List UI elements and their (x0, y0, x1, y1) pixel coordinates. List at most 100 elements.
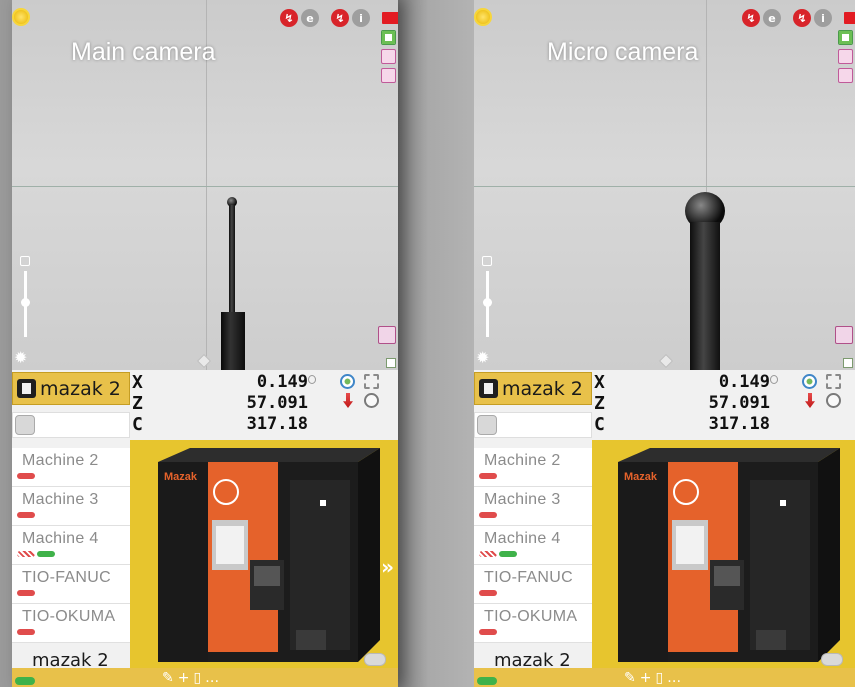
footer-machine-name: mazak 2 (494, 650, 571, 671)
axis-label: C (132, 414, 143, 435)
crop-icon[interactable] (364, 374, 379, 389)
grid-line (12, 186, 398, 187)
list-item[interactable]: Machine 2 (12, 448, 130, 487)
slider-knob[interactable] (483, 298, 492, 307)
camera-view[interactable]: Main camera ↯ e ↯ i ✹ (12, 0, 398, 370)
zoom-slider[interactable] (481, 256, 495, 342)
machine-item-name: Machine 3 (22, 491, 99, 508)
probe-grey-icon[interactable]: i (814, 9, 832, 27)
machine-illustration: Mazak (158, 448, 380, 662)
gear-icon[interactable]: ✹ (14, 350, 27, 366)
crop-icon[interactable] (826, 374, 841, 389)
axis-value: 57.091 (708, 393, 770, 413)
probe-body (221, 312, 245, 370)
axis-label: Z (132, 393, 143, 414)
machine-logo-icon (479, 379, 498, 398)
probe-red-icon[interactable]: ↯ (331, 9, 349, 27)
machine-brand: Mazak (164, 471, 198, 483)
panel-pointer (658, 353, 674, 369)
slider-knob[interactable] (21, 298, 30, 307)
status-icons: ↯ e ↯ i (742, 9, 855, 27)
probe-grey-icon[interactable]: i (352, 9, 370, 27)
probe-refresh-icon[interactable]: e (763, 9, 781, 27)
list-item[interactable]: Machine 4 (474, 526, 592, 565)
axis-value: 57.091 (246, 393, 308, 413)
footer-toolbar[interactable]: ✎+▯… (162, 670, 223, 686)
machine-brand: Mazak (624, 471, 658, 483)
machine-item-name: Machine 2 (484, 452, 561, 469)
target-icon[interactable] (802, 374, 817, 389)
coord-toolbar (340, 374, 380, 408)
status-tag (386, 358, 396, 368)
panel-pointer (196, 353, 212, 369)
probe-stem (690, 222, 720, 370)
list-item[interactable]: Machine 2 (474, 448, 592, 487)
tool-row[interactable] (12, 412, 130, 438)
side-toolbar (381, 30, 396, 83)
list-item[interactable]: Machine 3 (12, 487, 130, 526)
hand-icon[interactable] (477, 415, 497, 435)
machine-picture[interactable]: Mazak (592, 440, 855, 668)
target-icon[interactable] (340, 374, 355, 389)
coord-row: C 317.18 (594, 414, 770, 435)
list-item[interactable]: TIO-OKUMA (474, 604, 592, 643)
active-machine[interactable]: mazak 2 (12, 372, 130, 405)
machine-item-name: Machine 3 (484, 491, 561, 508)
tool-row[interactable] (474, 412, 592, 438)
search-icon[interactable] (826, 393, 841, 408)
probe-red-icon[interactable]: ↯ (280, 9, 298, 27)
list-item[interactable]: TIO-FANUC (12, 565, 130, 604)
gear-icon[interactable]: ✹ (476, 350, 489, 366)
machine-picture[interactable]: Mazak » (130, 440, 398, 668)
layers-icon[interactable] (838, 49, 853, 64)
coord-toolbar (802, 374, 842, 408)
coord-row: Z 57.091 (132, 393, 308, 414)
arrow-down-icon[interactable] (343, 393, 353, 408)
probe-red-icon[interactable]: ↯ (742, 9, 760, 27)
arrow-down-icon[interactable] (805, 393, 815, 408)
machine-list: Machine 2 Machine 3 Machine 4 TIO-FANUC … (12, 448, 130, 643)
machine-list: Machine 2 Machine 3 Machine 4 TIO-FANUC … (474, 448, 592, 643)
background-gap (398, 0, 474, 687)
picture-in-picture-button[interactable] (835, 326, 853, 344)
next-arrow-icon[interactable]: » (381, 555, 394, 579)
status-badge (479, 629, 497, 635)
stop-flag-icon[interactable] (844, 12, 855, 24)
stop-flag-icon[interactable] (382, 12, 398, 24)
camera-view[interactable]: Micro camera ↯ e ↯ i ✹ (474, 0, 855, 370)
zoom-slider[interactable] (19, 256, 33, 342)
search-icon[interactable] (364, 393, 379, 408)
machine-item-name: Machine 4 (22, 530, 99, 547)
camera-caption: Main camera (71, 38, 216, 66)
list-item[interactable]: TIO-OKUMA (12, 604, 130, 643)
footer-toolbar[interactable]: ✎+▯… (624, 670, 685, 686)
status-badge (17, 512, 35, 518)
axis-value: 0.149 (256, 372, 308, 392)
unit-toggle-icon[interactable] (308, 375, 316, 384)
screen-icon[interactable] (838, 30, 853, 45)
brightness-icon[interactable] (12, 8, 30, 26)
machine-item-name: TIO-FANUC (484, 569, 573, 586)
status-badge (17, 590, 35, 596)
status-badge (479, 551, 497, 557)
print-icon[interactable] (838, 68, 853, 83)
probe-red-icon[interactable]: ↯ (793, 9, 811, 27)
brightness-icon[interactable] (474, 8, 492, 26)
hand-icon[interactable] (15, 415, 35, 435)
print-icon[interactable] (381, 68, 396, 83)
machine-area: mazak 2 X 0.149 Z 57.091 C 317.18 Machin… (474, 370, 855, 687)
list-item[interactable]: Machine 3 (474, 487, 592, 526)
machine-logo-icon (17, 379, 36, 398)
coord-row: C 317.18 (132, 414, 308, 435)
unit-toggle-icon[interactable] (770, 375, 778, 384)
layers-icon[interactable] (381, 49, 396, 64)
list-item[interactable]: TIO-FANUC (474, 565, 592, 604)
footer-button[interactable] (821, 653, 843, 666)
list-item[interactable]: Machine 4 (12, 526, 130, 565)
active-machine[interactable]: mazak 2 (474, 372, 592, 405)
probe-refresh-icon[interactable]: e (301, 9, 319, 27)
screen-icon[interactable] (381, 30, 396, 45)
picture-in-picture-button[interactable] (378, 326, 396, 344)
footer-button[interactable] (364, 653, 386, 666)
axis-label: C (594, 414, 605, 435)
